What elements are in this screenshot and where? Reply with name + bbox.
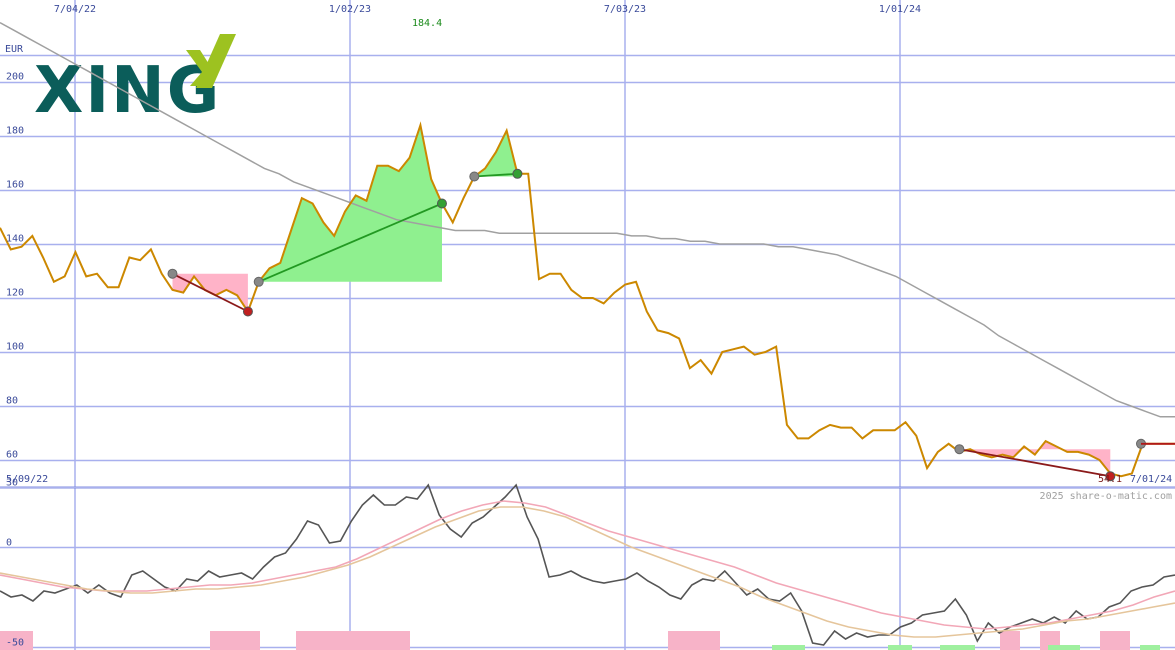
min-value-label: 54.1	[1098, 474, 1122, 485]
trade-exit-marker-0	[242, 306, 253, 317]
y-tick-label-100: 100	[6, 342, 24, 353]
histogram-pink-1	[210, 631, 260, 650]
logo-wordmark: XING	[34, 54, 221, 128]
histogram-pink-3	[668, 631, 720, 650]
trade-exit-marker-1	[436, 198, 447, 209]
histogram-pink-6	[1100, 631, 1130, 650]
osc_tan-line	[0, 506, 1175, 638]
histogram-green-3	[1048, 645, 1080, 650]
osc-tick-label-2: -50	[6, 638, 24, 649]
trade-entry-marker-0	[167, 268, 178, 279]
osc_pink-line	[0, 500, 1175, 630]
copyright-label: 2025 share-o-matic.com	[1040, 491, 1172, 502]
y-tick-label-180: 180	[6, 126, 24, 137]
trade-entry-marker-3	[954, 444, 965, 455]
chart-root: XING EUR 184.4 54.1 5/09/22 7/01/24 2025…	[0, 0, 1175, 650]
y-tick-label-80: 80	[6, 396, 18, 407]
end-date-label: 7/01/24	[1130, 474, 1172, 485]
histogram-green-0	[772, 645, 805, 650]
trade-entry-marker-1	[253, 276, 264, 287]
histogram-green-4	[1140, 645, 1160, 650]
y-tick-label-200: 200	[6, 72, 24, 83]
osc_black-line	[0, 483, 1175, 646]
y-tick-label-160: 160	[6, 180, 24, 191]
histogram-pink-2	[296, 631, 410, 650]
histogram-green-2	[940, 645, 975, 650]
currency-label: EUR	[5, 44, 24, 55]
max-value-label: 184.4	[412, 18, 442, 29]
x-tick-label-1: 1/02/23	[329, 4, 371, 15]
osc-tick-label-0: 30	[6, 478, 18, 489]
trade-entry-marker-2	[469, 171, 480, 182]
xing-logo: XING	[34, 34, 236, 128]
y-tick-label-120: 120	[6, 288, 24, 299]
osc-tick-label-1: 0	[6, 538, 12, 549]
trade-fills	[0, 125, 1160, 650]
y-tick-label-60: 60	[6, 450, 18, 461]
x-tick-label-2: 7/03/23	[604, 4, 646, 15]
trade-fill-3	[959, 441, 1111, 474]
price-line	[0, 121, 1175, 478]
y-tick-label-140: 140	[6, 234, 24, 245]
x-tick-label-3: 1/01/24	[879, 4, 921, 15]
x-tick-label-0: 7/04/22	[54, 4, 96, 15]
chart-svg: XING EUR 184.4 54.1 5/09/22 7/01/24 2025…	[0, 0, 1175, 650]
histogram-green-1	[888, 645, 912, 650]
histogram-pink-4	[1000, 631, 1020, 650]
trade-exit-marker-2	[512, 168, 523, 179]
